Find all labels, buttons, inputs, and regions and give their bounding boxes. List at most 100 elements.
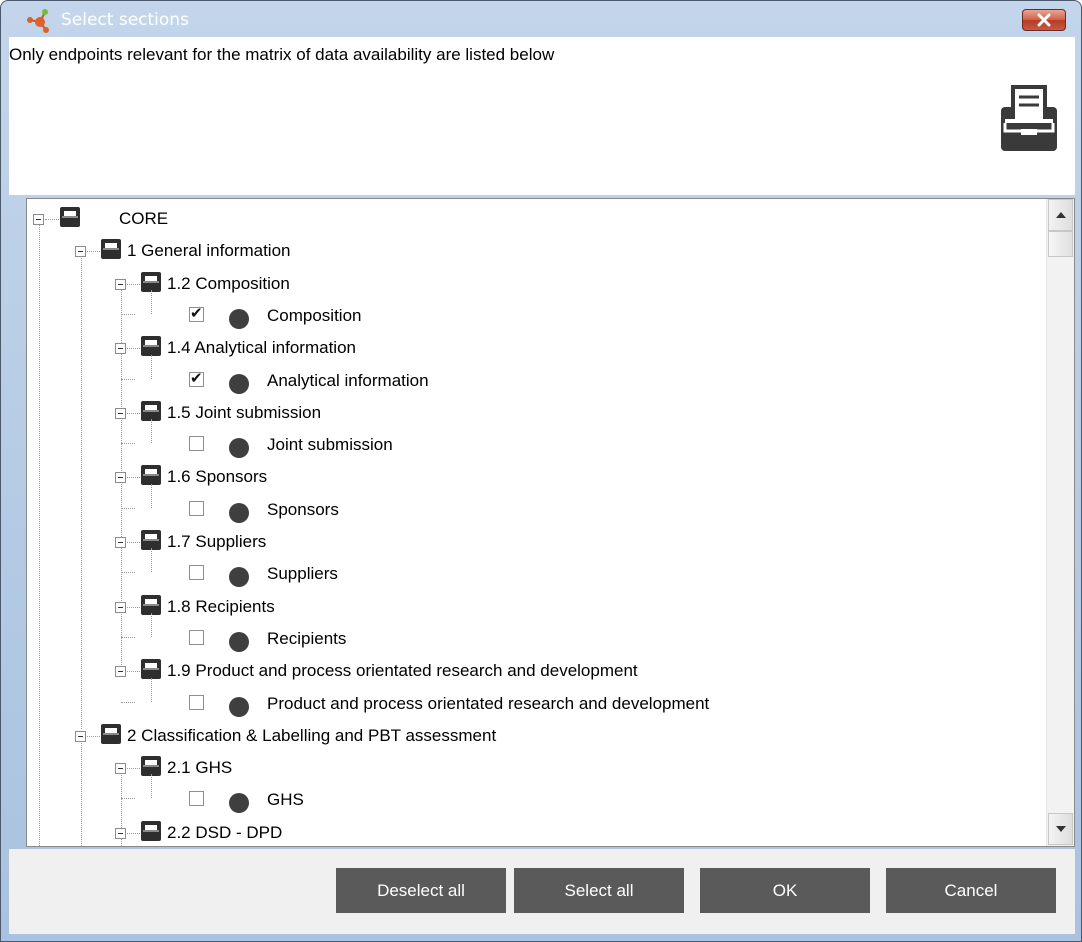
tree-folder-label: 1.9 Product and process orientated resea…: [167, 661, 638, 681]
folder-icon: [100, 723, 122, 745]
tree-folder-row[interactable]: 1.9 Product and process orientated resea…: [27, 655, 1046, 687]
dialog-window: Select sections Only endpoints relevant …: [0, 0, 1082, 942]
endpoint-checkbox[interactable]: [189, 694, 204, 710]
collapse-toggle[interactable]: [115, 666, 126, 678]
arrow-down-icon: [1055, 826, 1066, 832]
tree-endpoint-row[interactable]: Joint submission: [27, 419, 1046, 461]
tree-folder-label: 1.2 Composition: [167, 273, 290, 293]
tree-guide-line: [151, 419, 152, 444]
tree-endpoint-row[interactable]: Sponsors: [27, 483, 1046, 526]
endpoint-checkbox[interactable]: [189, 436, 204, 452]
folder-icon: [140, 820, 162, 842]
tree-folder-row[interactable]: 2.1 GHS: [27, 752, 1046, 784]
tree-endpoint-row[interactable]: Suppliers: [27, 548, 1046, 590]
tree-folder-row[interactable]: 1.6 Sponsors: [27, 461, 1046, 493]
window-title: Select sections: [61, 10, 189, 30]
endpoint-checkbox[interactable]: [189, 791, 204, 807]
endpoint-dot-icon: [229, 793, 249, 814]
endpoint-dot-icon: [229, 567, 249, 588]
endpoint-dot-icon: [229, 308, 249, 329]
select-all-button[interactable]: Select all: [514, 868, 684, 913]
collapse-toggle[interactable]: [75, 730, 86, 742]
description-text: Only endpoints relevant for the matrix o…: [9, 45, 555, 64]
tree-connector: [121, 572, 135, 574]
tree-guide-line: [151, 677, 152, 702]
tree-endpoint-row[interactable]: Product and process orientated research …: [27, 677, 1046, 720]
tree-folder-row[interactable]: 2.2 DSD - DPD: [27, 817, 1046, 846]
tree-folder-row[interactable]: CORE: [27, 203, 1046, 235]
collapse-toggle[interactable]: [115, 537, 126, 548]
tree-guide-line: [151, 483, 152, 508]
ok-button[interactable]: OK: [700, 868, 870, 913]
tree-connector: [121, 507, 135, 509]
tree-connector: [45, 219, 59, 220]
tree-folder-label: 1 General information: [127, 241, 291, 261]
section-tree[interactable]: CORE 1 General information 1.2 Composition…: [26, 198, 1075, 847]
arrow-up-icon: [1055, 212, 1066, 218]
endpoint-checkbox[interactable]: [189, 629, 204, 645]
tree-folder-row[interactable]: 1.4 Analytical information: [27, 332, 1046, 364]
tree-endpoint-label: Sponsors: [267, 499, 339, 519]
tree-guide-line: [151, 612, 152, 637]
collapse-toggle[interactable]: [115, 278, 126, 290]
tree-connector: [127, 348, 140, 350]
tree-endpoint-label: GHS: [267, 790, 304, 810]
tree-connector: [87, 735, 100, 737]
tree-folder-row[interactable]: 1 General information: [27, 235, 1046, 267]
deselect-all-button[interactable]: Deselect all: [336, 868, 506, 913]
close-icon: [1037, 13, 1051, 27]
scroll-up-button[interactable]: [1048, 199, 1073, 231]
tree-guide-line: [151, 354, 152, 379]
collapse-toggle[interactable]: [115, 343, 126, 355]
tree-connector: [87, 251, 100, 253]
tree-endpoint-label: Recipients: [267, 628, 347, 648]
vertical-scrollbar[interactable]: [1046, 199, 1074, 846]
tree-endpoint-row[interactable]: Analytical information: [27, 354, 1046, 397]
endpoint-checkbox[interactable]: [189, 304, 204, 322]
tree-folder-row[interactable]: 1.5 Joint submission: [27, 397, 1046, 429]
molecule-icon: [27, 9, 49, 33]
tree-folder-label: 1.6 Sponsors: [167, 467, 268, 487]
endpoint-dot-icon: [229, 502, 249, 523]
tree-connector: [127, 283, 140, 285]
folder-icon: [59, 206, 81, 228]
collapse-toggle[interactable]: [115, 407, 126, 419]
tree-folder-label: 2.1 GHS: [167, 758, 233, 778]
tree-connector: [121, 313, 135, 315]
tree-folder-label: 1.4 Analytical information: [167, 338, 356, 358]
button-bar: Deselect all Select all OK Cancel: [9, 849, 1075, 934]
tree-connector: [121, 443, 135, 445]
tree-connector: [121, 636, 135, 638]
collapse-toggle[interactable]: [115, 827, 126, 839]
tree-folder-row[interactable]: 1.7 Suppliers: [27, 526, 1046, 558]
tree-endpoint-row[interactable]: GHS: [27, 774, 1046, 816]
tree-endpoint-label: Suppliers: [267, 564, 338, 584]
scroll-thumb[interactable]: [1048, 231, 1073, 257]
tree-folder-row[interactable]: 1.2 Composition: [27, 268, 1046, 300]
scroll-down-button[interactable]: [1048, 813, 1073, 845]
title-bar[interactable]: Select sections: [1, 1, 1081, 37]
endpoint-checkbox[interactable]: [189, 565, 204, 581]
tree-folder-label: 2 Classification & Labelling and PBT ass…: [127, 725, 497, 745]
endpoint-dot-icon: [229, 696, 249, 717]
tree-folder-label: 2.2 DSD - DPD: [167, 822, 283, 842]
tree-folder-row[interactable]: 2 Classification & Labelling and PBT ass…: [27, 720, 1046, 752]
tree-endpoint-label: Analytical information: [267, 370, 429, 390]
tree-endpoint-row[interactable]: Recipients: [27, 612, 1046, 655]
collapse-toggle[interactable]: [115, 601, 126, 613]
cancel-button[interactable]: Cancel: [886, 868, 1056, 913]
endpoint-dot-icon: [229, 438, 249, 459]
collapse-toggle[interactable]: [33, 214, 44, 225]
collapse-toggle[interactable]: [115, 763, 126, 775]
collapse-toggle[interactable]: [115, 472, 126, 484]
tree-folder-label: CORE: [119, 209, 169, 228]
endpoint-dot-icon: [229, 631, 249, 652]
endpoint-checkbox[interactable]: [189, 500, 204, 516]
endpoint-checkbox[interactable]: [189, 369, 204, 387]
tree-folder-row[interactable]: 1.8 Recipients: [27, 591, 1046, 623]
tree-connector: [127, 768, 140, 770]
tree-connector: [127, 671, 140, 673]
tree-endpoint-row[interactable]: Composition: [27, 289, 1046, 332]
collapse-toggle[interactable]: [75, 246, 86, 258]
close-button[interactable]: [1022, 9, 1066, 31]
